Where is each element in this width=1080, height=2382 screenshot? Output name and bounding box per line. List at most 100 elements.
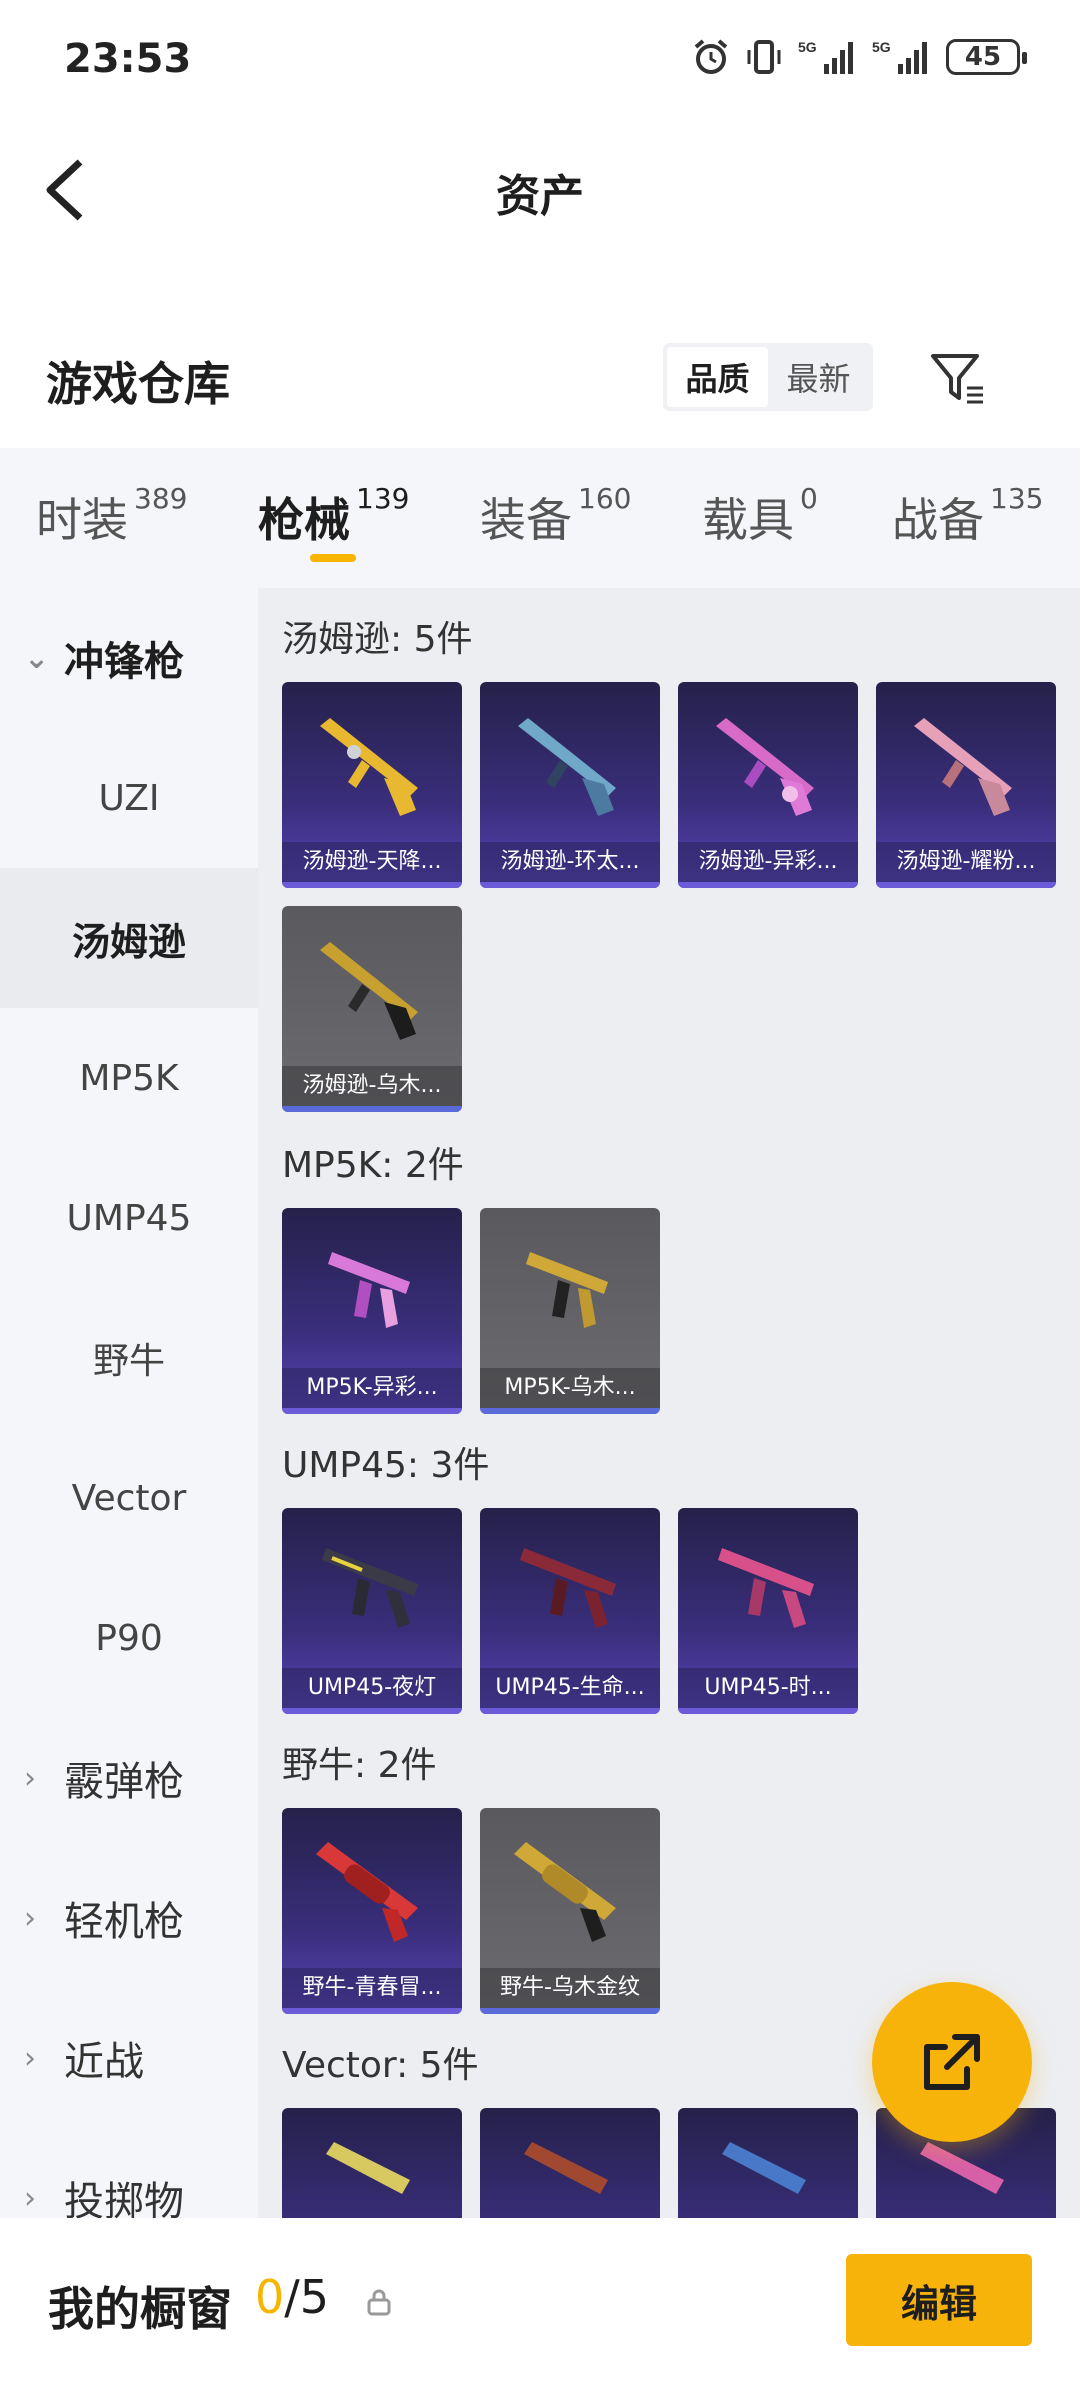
weapon-card-label: UMP45-生命... <box>480 1668 660 1708</box>
sort-toggle: 品质 最新 <box>663 343 873 411</box>
weapon-card[interactable]: 汤姆逊-耀粉... <box>876 682 1056 888</box>
tab-firearms[interactable]: 枪械 139 <box>258 482 410 550</box>
tab-count: 139 <box>356 482 410 515</box>
section-title: 野牛: 2件 <box>282 1745 437 1786</box>
weapon-card-label: 野牛-青春冒... <box>282 1968 462 2008</box>
tab-count: 135 <box>990 482 1044 515</box>
vibrate-icon <box>747 40 781 74</box>
weapon-card-label: MP5K-异彩... <box>282 1368 462 1408</box>
tab-fashion[interactable]: 时装 389 <box>36 482 188 550</box>
gun-skin-image <box>716 718 814 816</box>
tab-label: 载具 <box>702 493 794 547</box>
svg-text:5G: 5G <box>872 39 891 55</box>
share-icon <box>924 2034 980 2090</box>
weapon-card[interactable]: 汤姆逊-天降... <box>282 682 462 888</box>
weapon-card[interactable] <box>282 2108 462 2218</box>
sidebar-item-mp5k[interactable]: MP5K <box>0 1008 258 1148</box>
chevron-right-icon: › <box>24 1760 36 1796</box>
sort-quality-option[interactable]: 品质 <box>667 347 768 407</box>
showcase-bar: 我的橱窗 0/5 编辑 <box>0 2218 1080 2382</box>
sidebar-group-melee[interactable]: › 近战 <box>0 1988 258 2128</box>
weapon-card[interactable]: 汤姆逊-异彩... <box>678 682 858 888</box>
alarm-icon <box>694 39 728 74</box>
weapon-card[interactable]: MP5K-乌木... <box>480 1208 660 1414</box>
tab-label: 战备 <box>892 493 984 547</box>
gun-skin-image <box>524 2142 608 2194</box>
tab-equipment[interactable]: 装备 160 <box>480 482 632 550</box>
weapon-card-label: UMP45-夜灯 <box>282 1668 462 1708</box>
lock-icon <box>367 2289 391 2316</box>
tab-label: 枪械 <box>258 493 350 547</box>
sidebar-item-bizon[interactable]: 野牛 <box>0 1288 258 1428</box>
chevron-right-icon: › <box>24 1900 36 1936</box>
chevron-right-icon: › <box>24 2180 36 2216</box>
gun-skin-image <box>914 718 1012 816</box>
weapon-card[interactable]: MP5K-异彩... <box>282 1208 462 1414</box>
gun-skin-image <box>320 718 418 816</box>
gun-skin-image <box>722 2142 806 2194</box>
section-title: UMP45: 3件 <box>282 1445 490 1486</box>
gun-skin-image <box>320 942 418 1040</box>
status-time: 23:53 <box>64 36 192 82</box>
tab-vehicles[interactable]: 载具 0 <box>702 482 818 550</box>
showcase-count: 0/5 <box>255 2270 329 2324</box>
gun-skin-image <box>514 1842 616 1942</box>
weapon-card-label: 汤姆逊-天降... <box>282 842 462 882</box>
sidebar-group-lmg[interactable]: › 轻机枪 <box>0 1848 258 1988</box>
sidebar-group-shotgun[interactable]: › 霰弹枪 <box>0 1708 258 1848</box>
tab-label: 时装 <box>36 493 128 547</box>
tab-supplies[interactable]: 战备 135 <box>892 482 1044 550</box>
edit-button[interactable]: 编辑 <box>846 2254 1032 2346</box>
sidebar-item-vector[interactable]: Vector <box>0 1428 258 1568</box>
gun-skin-image <box>322 1548 418 1628</box>
weapon-card[interactable]: 汤姆逊-乌木... <box>282 906 462 1112</box>
weapon-card[interactable] <box>480 2108 660 2218</box>
weapon-card[interactable]: UMP45-时... <box>678 1508 858 1714</box>
tab-count: 160 <box>578 482 632 515</box>
battery-indicator: 45 <box>946 39 1027 75</box>
weapon-category-sidebar: ⌄ 冲锋枪 UZI 汤姆逊 MP5K UMP45 野牛 Vector P90 ›… <box>0 588 258 2225</box>
page-title: 资产 <box>496 171 584 222</box>
sidebar-group-label: 轻机枪 <box>64 1899 184 1945</box>
chevron-right-icon: › <box>24 2040 36 2076</box>
gun-skin-image <box>328 1252 410 1328</box>
weapon-grid: 汤姆逊: 5件 汤姆逊-天降... 汤姆逊-环太... 汤姆逊-异彩... 汤姆… <box>258 588 1080 2218</box>
section-title: Vector: 5件 <box>282 2045 479 2086</box>
showcase-label: 我的橱窗 <box>48 2282 232 2336</box>
sidebar-item-uzi[interactable]: UZI <box>0 728 258 868</box>
sidebar-item-p90[interactable]: P90 <box>0 1568 258 1708</box>
sidebar-item-thompson[interactable]: 汤姆逊 <box>0 868 258 1008</box>
signal-5g-icon: 5G <box>798 39 853 74</box>
tab-count: 389 <box>134 482 188 515</box>
share-button[interactable] <box>872 1982 1032 2142</box>
gun-skin-image <box>526 1252 608 1328</box>
weapon-card[interactable]: UMP45-生命... <box>480 1508 660 1714</box>
weapon-card[interactable]: UMP45-夜灯 <box>282 1508 462 1714</box>
tab-count: 0 <box>800 482 818 515</box>
sort-latest-option[interactable]: 最新 <box>768 347 869 407</box>
weapon-card[interactable]: 汤姆逊-环太... <box>480 682 660 888</box>
section-title: 汤姆逊: 5件 <box>282 619 473 660</box>
showcase-total: /5 <box>284 2270 330 2324</box>
weapon-card[interactable]: 野牛-青春冒... <box>282 1808 462 2014</box>
weapon-card[interactable]: 野牛-乌木金纹 <box>480 1808 660 2014</box>
gun-skin-image <box>316 1842 418 1942</box>
warehouse-title: 游戏仓库 <box>46 357 230 411</box>
gun-skin-image <box>520 1548 616 1628</box>
svg-text:5G: 5G <box>798 39 817 55</box>
sidebar-item-ump45[interactable]: UMP45 <box>0 1148 258 1288</box>
weapon-card-label: 汤姆逊-耀粉... <box>876 842 1056 882</box>
weapon-card[interactable] <box>678 2108 858 2218</box>
status-bar: 23:53 5G 5G 45 <box>0 0 1080 120</box>
filter-button[interactable] <box>922 343 992 413</box>
weapon-card-label: MP5K-乌木... <box>480 1368 660 1408</box>
gun-skin-image <box>718 1548 814 1628</box>
category-tabs: 时装 389 枪械 139 装备 160 载具 0 战备 135 <box>0 448 1080 588</box>
chevron-down-icon: ⌄ <box>24 640 50 676</box>
sidebar-group-smg[interactable]: ⌄ 冲锋枪 <box>0 588 258 728</box>
tab-label: 装备 <box>480 493 572 547</box>
sidebar-group-label: 冲锋枪 <box>64 639 184 685</box>
showcase-current: 0 <box>255 2270 285 2324</box>
gun-skin-image <box>518 718 616 816</box>
signal-5g-icon-2: 5G <box>872 39 927 74</box>
